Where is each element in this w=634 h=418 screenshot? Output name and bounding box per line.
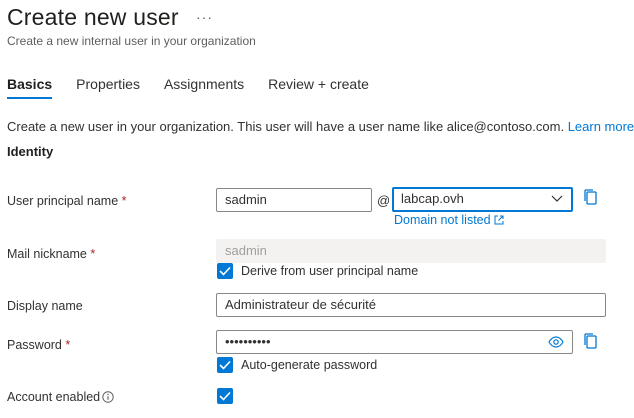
- tab-bar: Basics Properties Assignments Review + c…: [7, 76, 393, 99]
- page-subtitle: Create a new internal user in your organ…: [7, 34, 256, 48]
- mail-nickname-label: Mail nickname *: [7, 247, 95, 261]
- autogenerate-password-checkbox[interactable]: [217, 357, 233, 373]
- derive-checkbox-label: Derive from user principal name: [241, 264, 419, 278]
- more-icon[interactable]: ···: [196, 9, 213, 25]
- required-marker: *: [65, 338, 71, 352]
- copy-icon[interactable]: [583, 188, 599, 206]
- checkmark-icon: [219, 266, 231, 276]
- mail-nickname-input: sadmin: [216, 239, 606, 263]
- domain-not-listed-label: Domain not listed: [394, 213, 491, 227]
- domain-select-value: labcap.ovh: [401, 191, 464, 206]
- domain-not-listed-link[interactable]: Domain not listed: [394, 213, 504, 227]
- display-name-input[interactable]: Administrateur de sécurité: [216, 293, 606, 317]
- password-input-value: ••••••••••: [225, 334, 271, 349]
- learn-more-link[interactable]: Learn more: [568, 119, 634, 134]
- domain-select[interactable]: labcap.ovh: [392, 187, 573, 212]
- mail-nickname-label-text: Mail nickname: [7, 247, 87, 261]
- tab-properties[interactable]: Properties: [76, 76, 140, 99]
- chevron-down-icon: [551, 195, 563, 202]
- autogenerate-password-label: Auto-generate password: [241, 358, 378, 372]
- required-marker: *: [90, 247, 96, 261]
- password-input[interactable]: ••••••••••: [216, 330, 573, 354]
- eye-icon[interactable]: [548, 336, 564, 348]
- checkmark-icon: [219, 360, 231, 370]
- required-marker: *: [121, 194, 127, 208]
- tab-assignments[interactable]: Assignments: [164, 76, 244, 99]
- intro-text-row: Create a new user in your organization. …: [7, 119, 634, 134]
- copy-icon[interactable]: [583, 332, 599, 350]
- account-enabled-label: Account enabled: [7, 390, 114, 404]
- checkmark-icon: [219, 391, 231, 401]
- password-label-text: Password: [7, 338, 62, 352]
- display-name-label: Display name: [7, 299, 83, 313]
- account-enabled-checkbox[interactable]: [217, 388, 233, 404]
- info-icon[interactable]: [102, 391, 114, 403]
- password-label: Password *: [7, 338, 70, 352]
- intro-text: Create a new user in your organization. …: [7, 119, 565, 134]
- external-link-icon: [494, 215, 504, 225]
- at-sign: @: [377, 193, 391, 208]
- account-enabled-label-text: Account enabled: [7, 390, 101, 404]
- upn-input[interactable]: sadmin: [216, 188, 372, 212]
- derive-checkbox[interactable]: [217, 263, 233, 279]
- section-identity: Identity: [7, 144, 54, 159]
- tab-review-create[interactable]: Review + create: [268, 76, 369, 99]
- page-title: Create new user: [7, 4, 179, 30]
- tab-basics[interactable]: Basics: [7, 76, 53, 99]
- upn-label-text: User principal name: [7, 194, 119, 208]
- upn-label: User principal name *: [7, 194, 127, 208]
- learn-more-label: Learn more: [567, 119, 634, 134]
